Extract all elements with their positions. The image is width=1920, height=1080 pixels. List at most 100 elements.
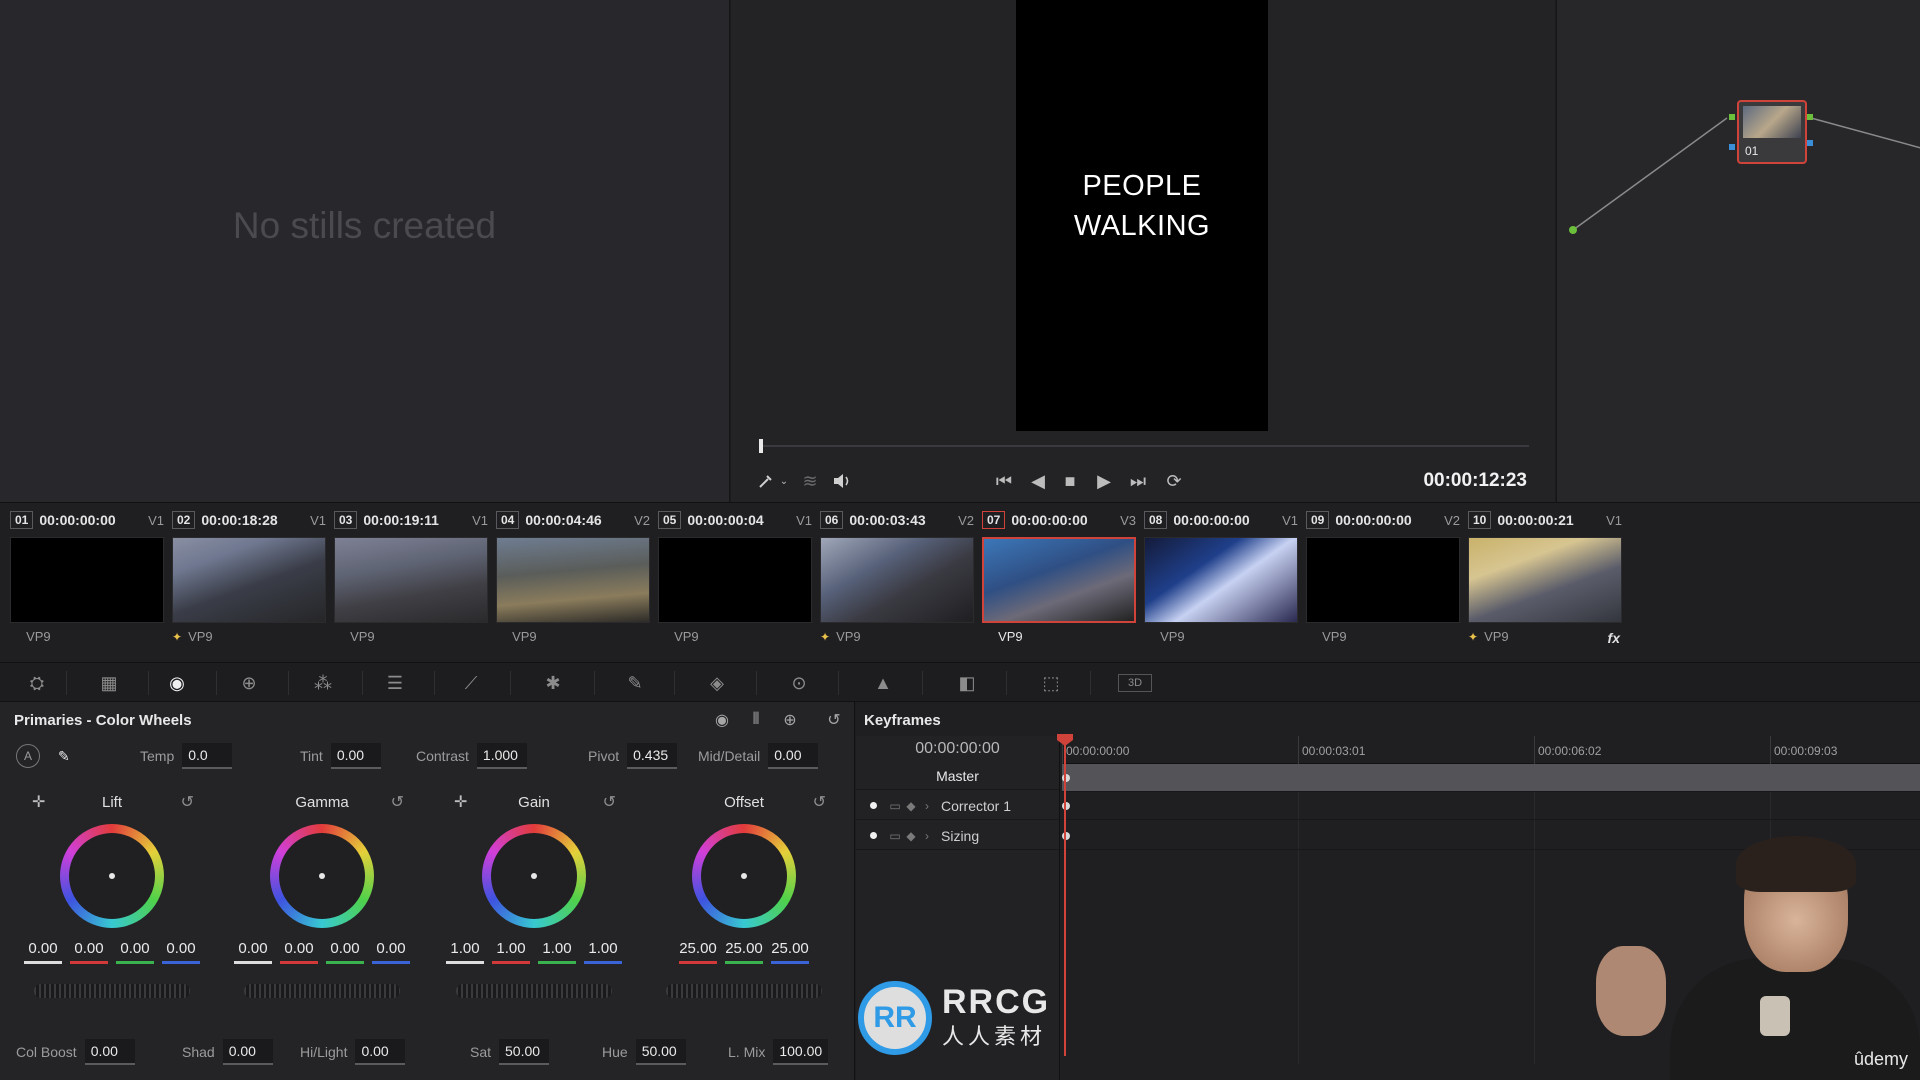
clip-thumbnail[interactable]: [496, 537, 650, 623]
clip-01[interactable]: 01 00:00:00:00 V1 ✦VP9: [10, 509, 168, 659]
color-wheel[interactable]: [482, 824, 586, 928]
viewer-frame[interactable]: PEOPLE WALKING: [1016, 0, 1268, 431]
clip-08[interactable]: 08 00:00:00:00 V1 ✦VP9: [1144, 509, 1302, 659]
wheel-value[interactable]: 1.00: [584, 940, 622, 964]
motion-effects-icon[interactable]: ☰: [378, 669, 412, 697]
master-wheel-slider[interactable]: [666, 984, 822, 998]
keyframe-diamond-icon[interactable]: ◆: [903, 799, 919, 813]
clip-thumbnail[interactable]: [1144, 537, 1298, 623]
curves-icon[interactable]: ⟋: [454, 669, 488, 697]
volume-icon[interactable]: [829, 468, 855, 494]
track-sizing[interactable]: ▭ ◆ › Sizing: [856, 822, 1059, 850]
master-lane[interactable]: [1062, 764, 1920, 792]
wheel-value[interactable]: 25.00: [679, 940, 717, 964]
clip-thumbnail[interactable]: [172, 537, 326, 623]
reset-icon[interactable]: ↺: [391, 792, 404, 812]
colboost-field[interactable]: Col Boost 0.00: [16, 1038, 135, 1066]
master-wheel-slider[interactable]: [244, 984, 400, 998]
window-icon[interactable]: ◈: [700, 669, 734, 697]
wheel-value[interactable]: 0.00: [372, 940, 410, 964]
hue-field[interactable]: Hue 50.00: [602, 1038, 686, 1066]
color-wheel[interactable]: [60, 824, 164, 928]
temp-value[interactable]: 0.0: [182, 743, 233, 769]
clip-06[interactable]: 06 00:00:03:43 V2 ✦ VP9: [820, 509, 978, 659]
shad-value[interactable]: 0.00: [222, 1039, 273, 1065]
colboost-value[interactable]: 0.00: [84, 1039, 135, 1065]
middetail-value[interactable]: 0.00: [768, 743, 819, 769]
hue-value[interactable]: 50.00: [635, 1039, 686, 1065]
pivot-value[interactable]: 0.435: [627, 743, 678, 769]
wheel-value[interactable]: 0.00: [116, 940, 154, 964]
hdr-wheels-icon[interactable]: ⊕: [232, 669, 266, 697]
lock-icon[interactable]: ▭: [887, 799, 903, 813]
chevron-down-icon[interactable]: ⌄: [777, 468, 791, 494]
hilight-field[interactable]: Hi/Light 0.00: [300, 1038, 406, 1066]
wheel-value[interactable]: 1.00: [446, 940, 484, 964]
wheel-value[interactable]: 0.00: [162, 940, 200, 964]
reset-icon[interactable]: ↺: [813, 792, 826, 812]
loop-icon[interactable]: ⟳: [1159, 468, 1189, 494]
sat-field[interactable]: Sat 50.00: [470, 1038, 550, 1066]
skip-start-icon[interactable]: ⏮: [989, 468, 1019, 494]
layers-icon[interactable]: ≋: [797, 468, 823, 494]
wheel-puck[interactable]: [319, 873, 325, 879]
corrector-lane[interactable]: [1062, 792, 1920, 820]
node-editor[interactable]: 01: [1556, 0, 1920, 502]
viewer-scrubber[interactable]: [759, 439, 1529, 453]
stop-icon[interactable]: ■: [1055, 468, 1085, 494]
wheel-value[interactable]: 0.00: [70, 940, 108, 964]
picker-icon[interactable]: [753, 468, 779, 494]
master-track[interactable]: Master: [856, 762, 1059, 790]
contrast-field[interactable]: Contrast 1.000: [416, 742, 527, 770]
wheel-value[interactable]: 1.00: [538, 940, 576, 964]
pivot-field[interactable]: Pivot 0.435: [588, 742, 678, 770]
wheel-puck[interactable]: [109, 873, 115, 879]
clip-thumbnail[interactable]: [658, 537, 812, 623]
3d-icon[interactable]: 3D: [1118, 674, 1152, 692]
clip-thumbnail[interactable]: [1468, 537, 1622, 623]
bars-mode-icon[interactable]: ⦀: [744, 708, 768, 732]
play-icon[interactable]: ▶: [1089, 468, 1119, 494]
clip-03[interactable]: 03 00:00:19:11 V1 ✦VP9: [334, 509, 492, 659]
clip-thumbnail[interactable]: [1306, 537, 1460, 623]
tracker-icon[interactable]: ⊙: [782, 669, 816, 697]
master-wheel-slider[interactable]: [456, 984, 612, 998]
wheel-puck[interactable]: [741, 873, 747, 879]
color-wheel[interactable]: [270, 824, 374, 928]
clip-07[interactable]: 07 00:00:00:00 V3 ✦VP9: [982, 509, 1140, 659]
clip-thumbnail[interactable]: [982, 537, 1136, 623]
color-wheels-icon[interactable]: ◉: [160, 669, 194, 697]
clip-09[interactable]: 09 00:00:00:00 V2 ✦VP9: [1306, 509, 1464, 659]
reset-icon[interactable]: ↺: [603, 792, 616, 812]
rgb-mixer-icon[interactable]: ⁂: [306, 669, 340, 697]
node-01[interactable]: 01: [1737, 100, 1807, 164]
wheel-value[interactable]: 25.00: [725, 940, 763, 964]
lmix-value[interactable]: 100.00: [773, 1039, 829, 1065]
clip-05[interactable]: 05 00:00:00:04 V1 ✦VP9: [658, 509, 816, 659]
color-warper-icon[interactable]: ✱: [536, 669, 570, 697]
blur-icon[interactable]: ▲: [866, 669, 900, 697]
clip-thumbnail[interactable]: [10, 537, 164, 623]
enable-dot-icon[interactable]: [870, 832, 877, 839]
temp-field[interactable]: Temp 0.0: [140, 742, 233, 770]
key-icon[interactable]: ◧: [950, 669, 984, 697]
clip-10[interactable]: 10 00:00:00:21 V1 ✦ VP9 fx: [1468, 509, 1626, 659]
reset-all-icon[interactable]: ↺: [822, 708, 846, 732]
wheel-value[interactable]: 0.00: [24, 940, 62, 964]
wheel-value[interactable]: 0.00: [326, 940, 364, 964]
master-wheel-slider[interactable]: [34, 984, 190, 998]
tint-value[interactable]: 0.00: [330, 743, 381, 769]
chevron-right-icon[interactable]: ›: [919, 829, 935, 843]
contrast-value[interactable]: 1.000: [476, 743, 527, 769]
sat-value[interactable]: 50.00: [499, 1039, 550, 1065]
wheel-value[interactable]: 25.00: [771, 940, 809, 964]
step-back-icon[interactable]: ◀: [1023, 468, 1053, 494]
wheel-value[interactable]: 0.00: [234, 940, 272, 964]
auto-balance-icon[interactable]: A: [16, 744, 40, 768]
scrubber-head[interactable]: [759, 439, 763, 453]
color-match-icon[interactable]: ▦: [92, 669, 126, 697]
middetail-field[interactable]: Mid/Detail 0.00: [698, 742, 819, 770]
shad-field[interactable]: Shad 0.00: [182, 1038, 273, 1066]
camera-raw-icon[interactable]: ⛭: [20, 669, 54, 697]
sizing-icon[interactable]: ⬚: [1034, 669, 1068, 697]
